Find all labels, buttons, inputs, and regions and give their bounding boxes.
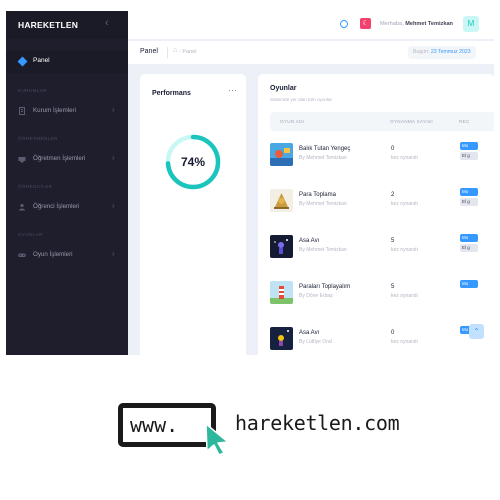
sidebar-item-kurum[interactable]: Kurum İşlemleri ›: [6, 105, 128, 119]
card-title: Performans: [152, 90, 191, 97]
sidebar-item-label: Panel: [33, 57, 50, 64]
type-badge[interactable]: El g: [460, 244, 478, 252]
table-row[interactable]: Asa Avı By Lütfiye Oral 0 kez oynandı Mo: [270, 323, 494, 353]
chevron-right-icon: ›: [112, 249, 115, 258]
play-count: 2: [391, 192, 395, 198]
diamond-icon: [17, 56, 28, 67]
user-name: Mehmet Temizkan: [405, 21, 453, 27]
section-title-oyunlar: OYUNLAR: [18, 232, 44, 237]
card-title: Oyunlar: [270, 85, 297, 92]
play-count-unit: kez oynandı: [391, 339, 418, 345]
play-count: 5: [391, 238, 395, 244]
sidebar-item-panel[interactable]: Panel: [6, 51, 128, 73]
breadcrumb[interactable]: - Panel: [179, 49, 196, 55]
scroll-top-button[interactable]: ⌃: [469, 324, 484, 339]
chevron-right-icon: ›: [112, 153, 115, 162]
website-banner: www. hareketlen.com: [118, 403, 418, 463]
game-thumbnail[interactable]: [270, 327, 293, 350]
game-name[interactable]: Asa Avı: [299, 238, 319, 244]
play-count: 0: [391, 330, 395, 336]
app-screenshot: HAREKETLEN ‹ Panel KURUMLAR Kurum İşleml…: [6, 11, 494, 355]
type-badge[interactable]: El g: [460, 152, 478, 160]
mode-badge[interactable]: Mo: [460, 188, 478, 196]
avatar[interactable]: M: [463, 16, 479, 32]
performance-card: Performans ··· 74%: [140, 74, 246, 355]
game-thumbnail[interactable]: [270, 281, 293, 304]
more-options-icon[interactable]: ···: [228, 85, 237, 95]
chevron-left-icon[interactable]: ‹: [105, 17, 109, 29]
sidebar: HAREKETLEN ‹ Panel KURUMLAR Kurum İşleml…: [6, 11, 128, 355]
gauge-value: 74%: [181, 155, 205, 169]
student-icon: [18, 203, 26, 211]
play-count: 5: [391, 284, 395, 290]
play-count: 0: [391, 146, 395, 152]
home-icon[interactable]: ⌂: [173, 47, 177, 54]
building-icon: [19, 107, 25, 115]
sidebar-item-label: Öğretmen İşlemleri: [33, 155, 86, 162]
sidebar-item-oyun[interactable]: Oyun İşlemleri ›: [6, 249, 128, 263]
play-count-unit: kez oynandı: [391, 201, 418, 207]
game-author: By Lütfiye Oral: [299, 339, 332, 345]
table-row[interactable]: Balık Tutan Yengeç By Mehmet Temizkan 0 …: [270, 139, 494, 169]
brand-logo[interactable]: HAREKETLEN: [18, 20, 78, 30]
www-text: www.: [130, 413, 179, 437]
game-thumbnail[interactable]: [270, 143, 293, 166]
notification-icon[interactable]: [340, 20, 348, 28]
sidebar-item-label: Kurum İşlemleri: [33, 107, 76, 114]
play-count-unit: kez oynandı: [391, 247, 418, 253]
cursor-icon: [205, 423, 229, 456]
card-subtitle: Sistemde yer alan tüm oyunlar: [270, 97, 333, 102]
turkey-flag-icon[interactable]: ☾: [360, 18, 371, 29]
games-card: Oyunlar Sistemde yer alan tüm oyunlar OY…: [258, 74, 494, 355]
table-row[interactable]: Para Toplama By Mehmet Temizkan 2 kez oy…: [270, 185, 494, 215]
chevron-right-icon: ›: [112, 201, 115, 210]
game-thumbnail[interactable]: [270, 235, 293, 258]
date-label: Bugün:: [413, 49, 430, 55]
play-count-unit: kez oynandı: [391, 155, 418, 161]
section-title-ogrenciler: ÖĞRENCİLER: [18, 184, 53, 189]
column-header-rec[interactable]: REC: [459, 119, 470, 124]
column-header-name[interactable]: OYUN ADI: [280, 119, 304, 124]
top-header: ☾ Merhaba, Mehmet Temizkan M: [128, 11, 494, 39]
column-header-count[interactable]: OYNANMA SAYISI: [390, 119, 433, 124]
game-name[interactable]: Asa Avı: [299, 330, 319, 336]
performance-gauge: 74%: [165, 134, 221, 190]
mode-badge[interactable]: Mo: [460, 234, 478, 242]
play-count-unit: kez oynandı: [391, 293, 418, 299]
gamepad-icon: [18, 253, 26, 257]
website-url: hareketlen.com: [235, 411, 400, 435]
user-greeting[interactable]: Merhaba, Mehmet Temizkan: [380, 21, 453, 27]
chevron-right-icon: ›: [112, 105, 115, 114]
greeting-text: Merhaba,: [380, 21, 404, 27]
game-name[interactable]: Paraları Toplayalım: [299, 284, 350, 290]
divider: [167, 47, 168, 58]
sidebar-item-label: Öğrenci İşlemleri: [33, 203, 80, 210]
date-value: 23 Temmuz 2023: [430, 49, 471, 55]
section-title-ogretmenler: ÖĞRETMENLER: [18, 136, 58, 141]
game-author: By Döne Erbaş: [299, 293, 333, 299]
section-title-kurumlar: KURUMLAR: [18, 88, 47, 93]
game-author: By Mehmet Temizkan: [299, 155, 347, 161]
date-badge: Bugün: 23 Temmuz 2023: [408, 46, 476, 59]
game-author: By Mehmet Temizkan: [299, 247, 347, 253]
sidebar-item-ogrenci[interactable]: Öğrenci İşlemleri ›: [6, 201, 128, 215]
table-row[interactable]: Asa Avı By Mehmet Temizkan 5 kez oynandı…: [270, 231, 494, 261]
table-row[interactable]: Paraları Toplayalım By Döne Erbaş 5 kez …: [270, 277, 494, 307]
mode-badge[interactable]: Mo: [460, 280, 478, 288]
type-badge[interactable]: El g: [460, 198, 478, 206]
brand-bar: HAREKETLEN ‹: [6, 11, 128, 39]
table-header: OYUN ADI OYNANMA SAYISI REC: [270, 112, 494, 131]
teacher-icon: [18, 157, 26, 163]
subheader: Panel ⌂ - Panel Bugün: 23 Temmuz 2023: [128, 40, 494, 64]
game-name[interactable]: Balık Tutan Yengeç: [299, 146, 350, 152]
page-title: Panel: [140, 48, 158, 55]
game-author: By Mehmet Temizkan: [299, 201, 347, 207]
sidebar-item-label: Oyun İşlemleri: [33, 251, 73, 258]
game-thumbnail[interactable]: [270, 189, 293, 212]
game-name[interactable]: Para Toplama: [299, 192, 336, 198]
mode-badge[interactable]: Mo: [460, 142, 478, 150]
sidebar-item-ogretmen[interactable]: Öğretmen İşlemleri ›: [6, 153, 128, 167]
